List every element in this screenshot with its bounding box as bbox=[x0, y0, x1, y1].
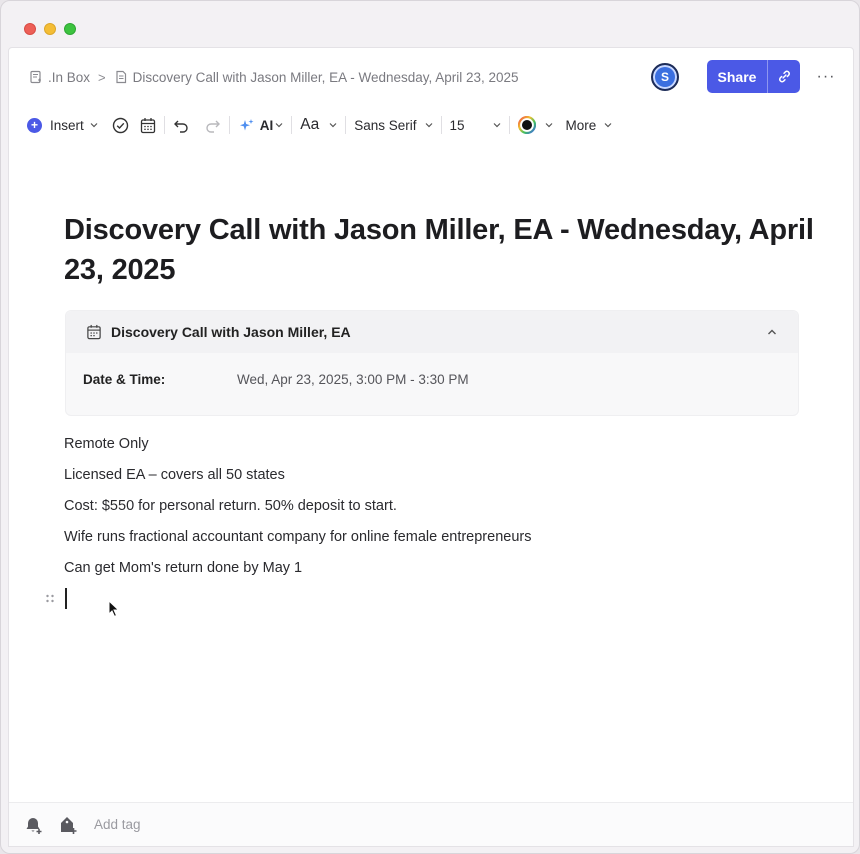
calendar-icon bbox=[87, 324, 101, 340]
breadcrumb-root-link[interactable]: .In Box bbox=[48, 70, 90, 85]
zoom-window-button[interactable] bbox=[64, 23, 76, 35]
add-tag-input[interactable]: Add tag bbox=[94, 817, 141, 832]
event-card-header[interactable]: Discovery Call with Jason Miller, EA bbox=[66, 311, 798, 353]
sparkle-icon bbox=[239, 118, 254, 130]
note-paragraph[interactable]: Wife runs fractional accountant company … bbox=[64, 526, 804, 557]
share-controls: Share bbox=[707, 60, 800, 93]
more-formatting-button[interactable]: More bbox=[566, 112, 613, 138]
more-options-button[interactable]: ··· bbox=[817, 68, 835, 86]
insert-menu-button[interactable]: + Insert bbox=[27, 112, 98, 138]
note-paragraph[interactable]: Licensed EA – covers all 50 states bbox=[64, 464, 804, 495]
note-icon bbox=[30, 70, 41, 84]
event-date-label: Date & Time: bbox=[83, 371, 166, 387]
calendar-event-card: Discovery Call with Jason Miller, EA Dat… bbox=[65, 310, 799, 416]
toolbar-divider bbox=[228, 116, 230, 134]
insert-label: Insert bbox=[50, 117, 84, 133]
breadcrumb: .In Box > Discovery Call with Jason Mill… bbox=[29, 68, 519, 86]
copy-link-button[interactable] bbox=[767, 60, 800, 93]
mouse-pointer-icon bbox=[108, 600, 120, 618]
chevron-down-icon bbox=[493, 123, 500, 128]
chevron-up-icon[interactable] bbox=[766, 326, 778, 338]
chevron-down-icon bbox=[425, 123, 432, 128]
undo-button[interactable] bbox=[173, 112, 190, 138]
page-title[interactable]: Discovery Call with Jason Miller, EA - W… bbox=[64, 210, 824, 290]
toolbar-divider bbox=[508, 116, 510, 134]
minimize-window-button[interactable] bbox=[44, 23, 56, 35]
note-body[interactable]: Remote Only Licensed EA – covers all 50 … bbox=[64, 433, 804, 588]
event-date-value: Wed, Apr 23, 2025, 3:00 PM - 3:30 PM bbox=[237, 371, 469, 387]
font-size-select[interactable]: 15 bbox=[450, 112, 501, 138]
note-paragraph[interactable]: Remote Only bbox=[64, 433, 804, 464]
app-window: .In Box > Discovery Call with Jason Mill… bbox=[0, 0, 860, 854]
avatar[interactable]: S bbox=[651, 63, 679, 91]
chevron-down-icon bbox=[604, 123, 612, 128]
ai-menu-button[interactable]: AI bbox=[238, 112, 284, 138]
toolbar-divider bbox=[345, 116, 347, 134]
font-size-value: 15 bbox=[449, 117, 465, 133]
share-button[interactable]: Share bbox=[707, 60, 767, 93]
more-label: More bbox=[565, 117, 597, 133]
note-paragraph[interactable]: Cost: $550 for personal return. 50% depo… bbox=[64, 495, 804, 526]
color-picker-icon bbox=[517, 116, 536, 134]
task-button[interactable] bbox=[112, 112, 129, 138]
formatting-toolbar: + Insert AI Aa Sans Serif 15 More bbox=[27, 112, 612, 138]
chevron-down-icon bbox=[90, 123, 98, 128]
calendar-button[interactable] bbox=[140, 112, 156, 138]
drag-handle-icon[interactable] bbox=[45, 593, 55, 605]
tag-plus-icon[interactable] bbox=[58, 815, 78, 835]
undo-icon bbox=[173, 120, 188, 133]
toolbar-divider bbox=[440, 116, 442, 134]
text-caret bbox=[65, 588, 67, 609]
note-paragraph[interactable]: Can get Mom's return done by May 1 bbox=[64, 557, 804, 588]
redo-button[interactable] bbox=[204, 112, 221, 138]
redo-icon bbox=[206, 120, 220, 133]
link-icon bbox=[778, 70, 790, 83]
chevron-down-icon bbox=[275, 123, 283, 128]
toolbar-divider bbox=[291, 116, 293, 134]
title-bar bbox=[1, 1, 859, 47]
text-color-button[interactable] bbox=[517, 112, 553, 138]
bell-plus-icon[interactable] bbox=[24, 815, 44, 835]
breadcrumb-separator: > bbox=[98, 69, 106, 85]
ai-label: AI bbox=[259, 117, 274, 133]
text-style-button[interactable]: Aa bbox=[300, 112, 337, 138]
text-style-label: Aa bbox=[300, 116, 320, 133]
calendar-icon bbox=[140, 117, 155, 133]
breadcrumb-current: Discovery Call with Jason Miller, EA - W… bbox=[132, 69, 519, 85]
event-date-row: Date & Time: Wed, Apr 23, 2025, 3:00 PM … bbox=[66, 353, 798, 405]
chevron-down-icon bbox=[329, 123, 337, 128]
note-editor: .In Box > Discovery Call with Jason Mill… bbox=[8, 47, 854, 847]
chevron-down-icon bbox=[545, 123, 552, 128]
plus-icon: + bbox=[27, 117, 42, 133]
close-window-button[interactable] bbox=[24, 23, 36, 35]
check-circle-icon bbox=[112, 117, 128, 133]
font-family-value: Sans Serif bbox=[354, 117, 417, 133]
font-family-select[interactable]: Sans Serif bbox=[354, 112, 432, 138]
event-name: Discovery Call with Jason Miller, EA bbox=[111, 324, 351, 340]
toolbar-divider bbox=[163, 116, 165, 134]
document-icon bbox=[116, 70, 126, 84]
note-footer: Add tag bbox=[9, 802, 853, 846]
